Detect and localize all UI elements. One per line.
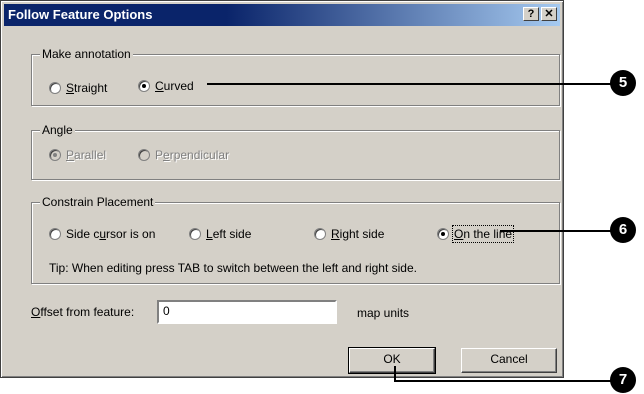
callout-badge-5: 5 [610, 70, 636, 96]
right-side-label: Right side [331, 227, 385, 241]
help-button[interactable]: ? [523, 7, 539, 21]
follow-feature-options-dialog: Follow Feature Options ? ✕ Make annotati… [0, 0, 564, 378]
dialog-title: Follow Feature Options [8, 7, 153, 22]
on-the-line-radio-circle[interactable] [437, 228, 449, 240]
curved-radio[interactable]: Curved [138, 79, 194, 93]
callout-badge-6: 6 [610, 217, 636, 243]
straight-label: Straight [66, 81, 108, 95]
side-cursor-radio-circle[interactable] [49, 228, 61, 240]
offset-label: Offset from feature: [31, 305, 135, 319]
constrain-placement-legend: Constrain Placement [40, 195, 156, 209]
callout-line-5 [207, 83, 614, 85]
right-side-radio[interactable]: Right side [314, 227, 384, 241]
callout-line-6 [500, 230, 614, 232]
straight-radio-circle[interactable] [49, 82, 61, 94]
curved-label: Curved [155, 79, 194, 93]
angle-group: Angle Parallel Perpendicular [31, 123, 560, 180]
perpendicular-label: Perpendicular [155, 148, 230, 162]
callout-badge-7: 7 [610, 367, 636, 393]
right-side-radio-circle[interactable] [314, 228, 326, 240]
ok-button[interactable]: OK [348, 347, 436, 374]
angle-legend: Angle [40, 123, 75, 137]
left-side-radio-circle[interactable] [189, 228, 201, 240]
straight-radio[interactable]: Straight [49, 81, 107, 95]
curved-radio-circle[interactable] [138, 80, 150, 92]
left-side-radio[interactable]: Left side [189, 227, 251, 241]
side-cursor-radio[interactable]: Side cursor is on [49, 227, 155, 241]
side-cursor-label: Side cursor is on [66, 227, 156, 241]
tip-text: Tip: When editing press TAB to switch be… [49, 261, 417, 275]
units-label: map units [357, 306, 410, 320]
perpendicular-radio-circle [138, 149, 150, 161]
make-annotation-group: Make annotation Straight Curved [31, 47, 560, 106]
make-annotation-legend: Make annotation [40, 47, 133, 61]
callout-line-7 [394, 380, 614, 382]
title-bar: Follow Feature Options ? ✕ [4, 4, 560, 26]
close-button[interactable]: ✕ [541, 7, 557, 21]
left-side-label: Left side [206, 227, 252, 241]
parallel-radio-circle [49, 149, 61, 161]
parallel-radio: Parallel [49, 148, 106, 162]
parallel-label: Parallel [66, 148, 107, 162]
offset-input[interactable]: 0 [157, 300, 337, 324]
cancel-button[interactable]: Cancel [461, 348, 557, 373]
perpendicular-radio: Perpendicular [138, 148, 229, 162]
